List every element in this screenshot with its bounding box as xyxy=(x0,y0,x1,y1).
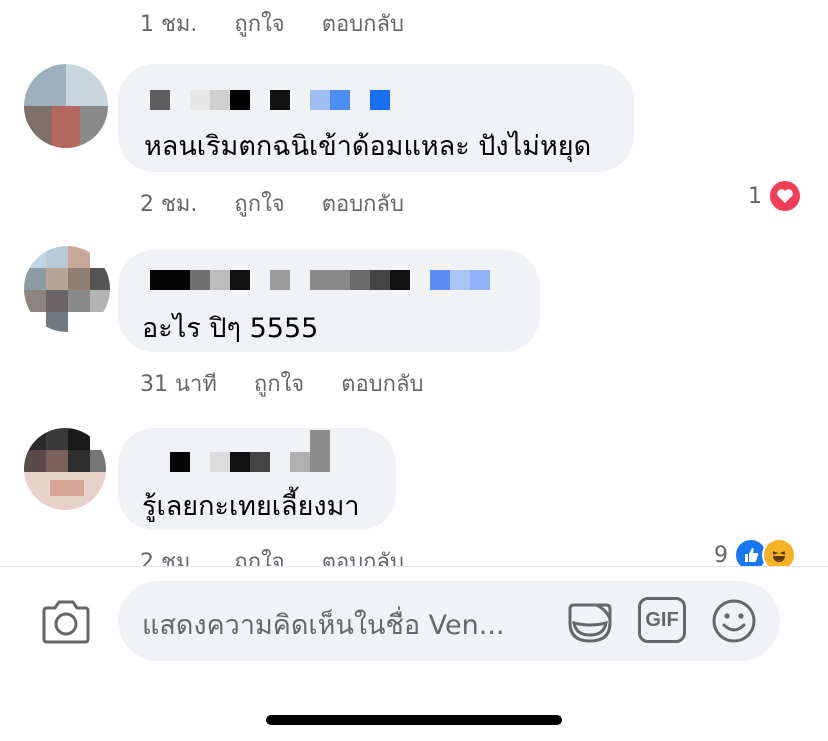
author-name-redacted xyxy=(118,64,418,120)
like-link[interactable]: ถูกใจ xyxy=(234,12,284,37)
avatar[interactable] xyxy=(24,64,108,148)
reaction-summary[interactable]: 1 xyxy=(748,179,802,213)
gif-icon[interactable]: GIF xyxy=(638,597,686,643)
emoji-icon[interactable] xyxy=(710,597,758,645)
comment-meta-3: 31 นาที ถูกใจ ตอบกลับ xyxy=(140,366,423,401)
reaction-count: 1 xyxy=(748,183,762,209)
avatar[interactable] xyxy=(24,246,110,332)
camera-icon[interactable] xyxy=(40,599,92,645)
reaction-count: 9 xyxy=(714,542,728,568)
like-link[interactable]: ถูกใจ xyxy=(254,372,304,397)
comment-bubble: อะไร ปิๆ 5555 xyxy=(118,250,540,352)
comment-time: 1 ชม. xyxy=(140,12,198,37)
author-name-redacted xyxy=(118,250,538,306)
comment-text: อะไร ปิๆ 5555 xyxy=(142,313,319,344)
gif-label: GIF xyxy=(645,608,679,631)
comment-input-placeholder: แสดงความคิดเห็นในชื่อ Ven... xyxy=(142,610,505,641)
reply-link[interactable]: ตอบกลับ xyxy=(322,192,404,217)
reply-link[interactable]: ตอบกลับ xyxy=(322,12,404,37)
comment-time: 31 นาที xyxy=(140,372,217,397)
comment-bubble: รู้เลยกะเทยเลี้ยงมา xyxy=(118,428,396,530)
like-link[interactable]: ถูกใจ xyxy=(234,192,284,217)
comment-composer: แสดงความคิดเห็นในชื่อ Ven... GIF xyxy=(0,566,828,741)
comment-input[interactable]: แสดงความคิดเห็นในชื่อ Ven... GIF xyxy=(118,581,780,661)
comment-meta-2: 2 ชม. ถูกใจ ตอบกลับ xyxy=(140,186,404,221)
comment-text: รู้เลยกะเทยเลี้ยงมา xyxy=(142,491,360,522)
avatar[interactable] xyxy=(24,428,106,510)
comment-bubble: หลนเริมตกฉนิเข้าด้อมแหละ ปังไม่หยุด xyxy=(118,64,634,172)
comment-meta-1: 1 ชม. ถูกใจ ตอบกลับ xyxy=(140,6,404,41)
comment-time: 2 ชม. xyxy=(140,192,198,217)
author-name-redacted xyxy=(118,428,396,484)
love-icon xyxy=(768,179,802,213)
comment-text: หลนเริมตกฉนิเข้าด้อมแหละ ปังไม่หยุด xyxy=(144,131,592,162)
reply-link[interactable]: ตอบกลับ xyxy=(341,372,423,397)
home-indicator xyxy=(266,715,562,725)
sticker-icon[interactable] xyxy=(566,597,614,645)
